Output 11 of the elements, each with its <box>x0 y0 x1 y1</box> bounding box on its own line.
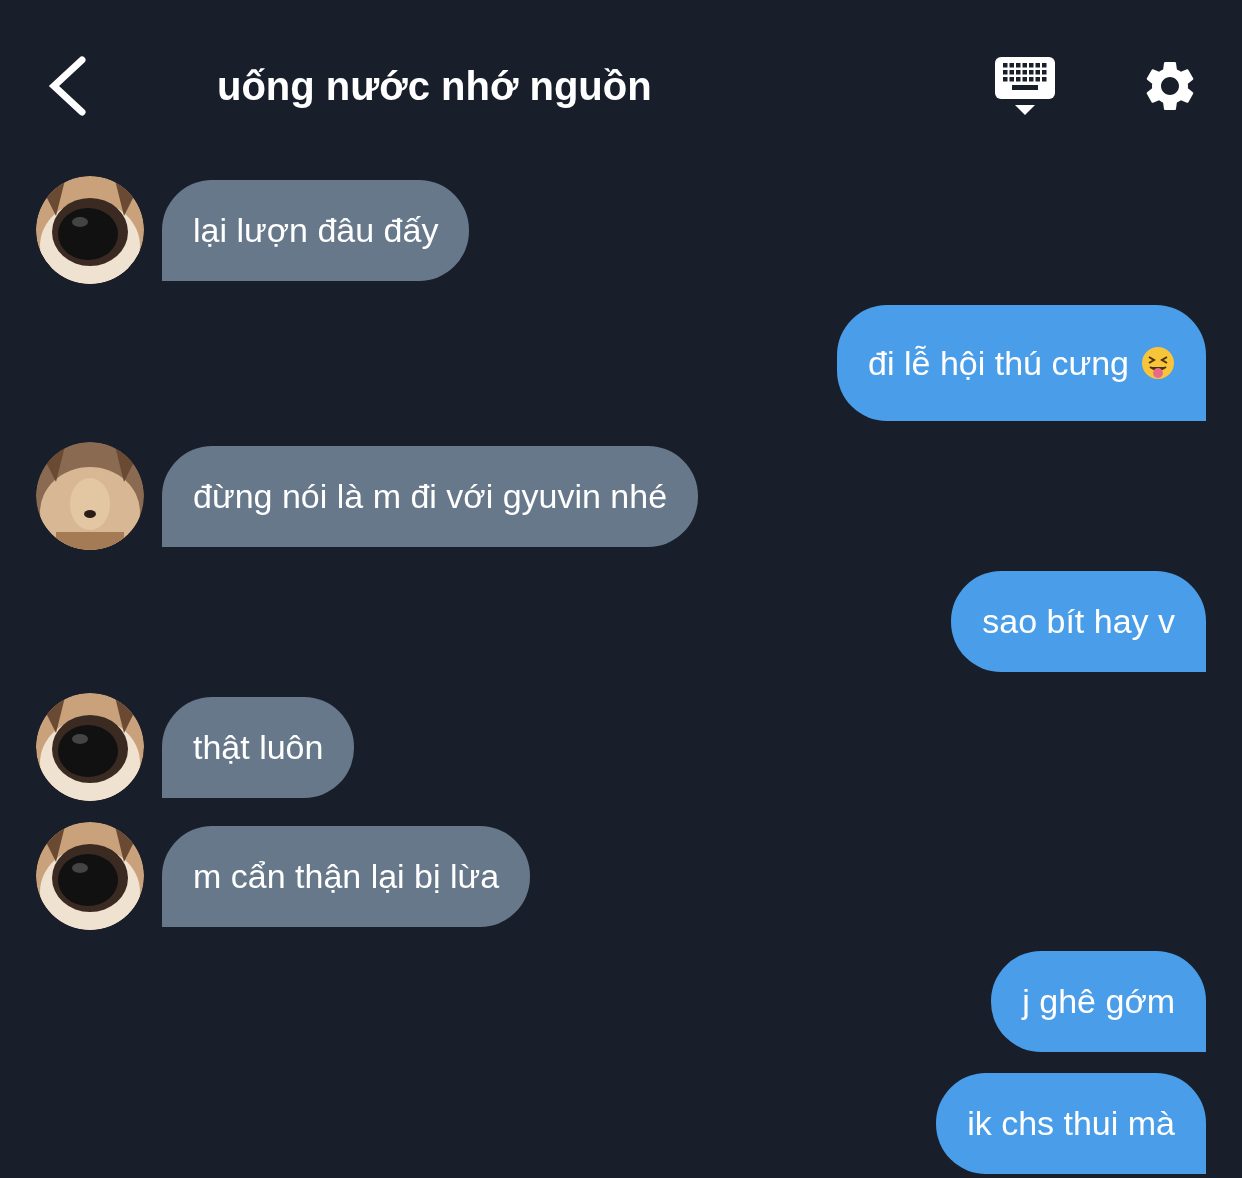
message-text: thật luôn <box>193 726 324 768</box>
message-text: m cẩn thận lại bị lừa <box>193 855 500 897</box>
back-icon[interactable] <box>46 56 86 116</box>
message-text: ik chs thui mà <box>967 1103 1175 1144</box>
message-text: đi lễ hội thú cưng <box>868 342 1129 384</box>
message-text: lại lượn đâu đấy <box>193 209 439 251</box>
message-text: đừng nói là m đi với gyuvin nhé <box>193 475 668 517</box>
chat-title: uống nước nhớ nguồn <box>217 63 652 110</box>
message-text: j ghê gớm <box>1022 981 1175 1022</box>
message-text: sao bít hay v <box>982 601 1175 642</box>
keyboard-icon[interactable] <box>994 55 1056 117</box>
